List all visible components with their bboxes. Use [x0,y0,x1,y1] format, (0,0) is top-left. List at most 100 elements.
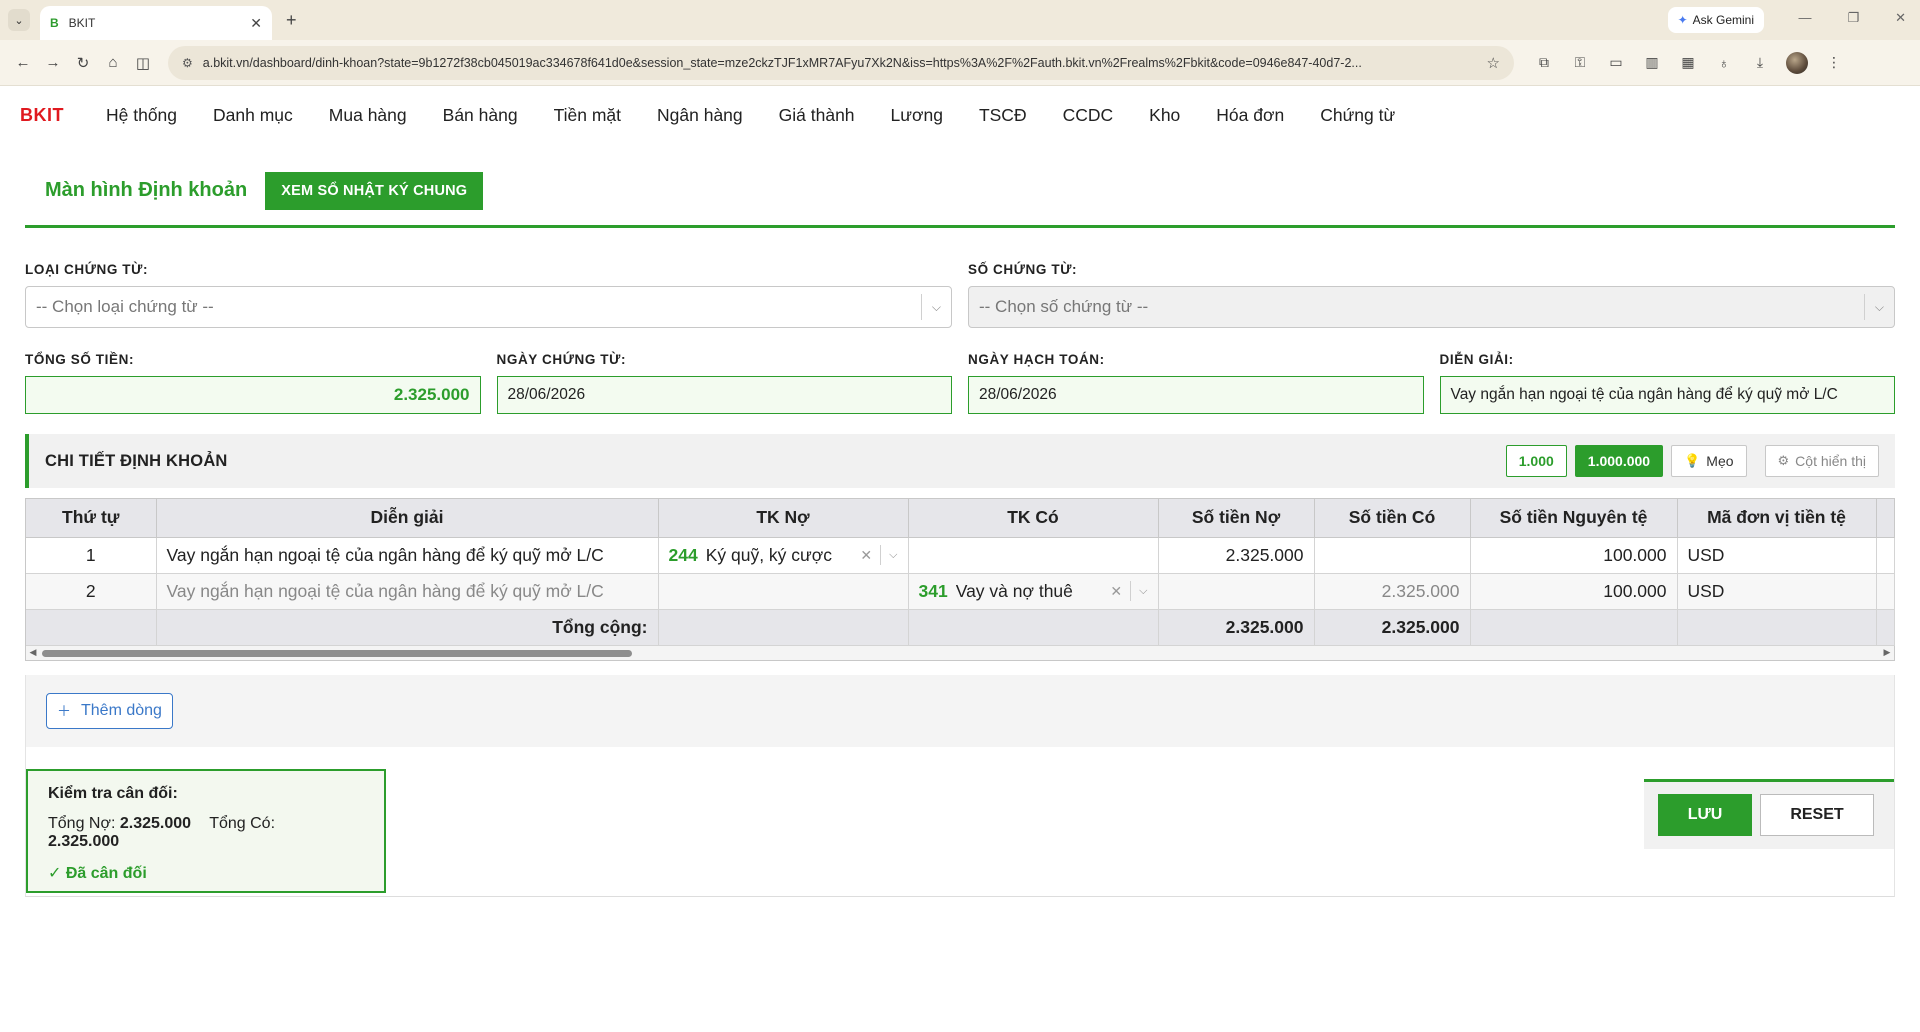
scrollbar-thumb[interactable] [42,649,632,657]
row-description-input[interactable]: Vay ngắn hạn ngoại tệ của ngân hàng để k… [156,537,659,574]
fx-amount-input[interactable]: 100.000 [1470,573,1678,610]
nav-item-ban-hang[interactable]: Bán hàng [443,105,518,126]
voucher-date-input[interactable]: 28/06/2026 [496,376,952,414]
nav-item-tien-mat[interactable]: Tiền mặt [554,105,621,126]
ask-gemini-button[interactable]: ✦ Ask Gemini [1667,7,1764,33]
reset-button[interactable]: RESET [1760,794,1874,836]
nav-item-gia-thanh[interactable]: Giá thành [779,105,855,126]
nav-item-hoa-don[interactable]: Hóa đơn [1216,105,1284,126]
row-description-input[interactable]: Vay ngắn hạn ngoại tệ của ngân hàng để k… [156,573,659,610]
col-header-debit-amount: Số tiền Nợ [1158,499,1315,538]
nav-item-kho[interactable]: Kho [1149,105,1180,126]
profile-avatar[interactable] [1786,51,1808,74]
debit-amount-input[interactable]: 2.325.000 [1158,537,1315,574]
url-text[interactable]: a.bkit.vn/dashboard/dinh-khoan?state=9b1… [203,56,1477,70]
tips-button[interactable]: 💡 Mẹo [1671,445,1747,477]
voucher-type-select[interactable]: -- Chọn loại chứng từ -- ⌵ [25,286,952,328]
home-icon[interactable]: ⌂ [98,54,128,71]
browser-tab[interactable]: B BKIT ✕ [40,6,272,40]
tab-search-icon[interactable]: ⌄ [8,9,30,31]
lightbulb-icon: 💡 [1684,453,1701,468]
unit-1000000-button[interactable]: 1.000.000 [1574,445,1664,477]
voucher-number-field: SỐ CHỨNG TỪ: -- Chọn số chứng từ -- ⌵ [968,262,1895,328]
balance-credit-value: 2.325.000 [48,832,120,850]
chevron-down-icon[interactable]: ⌵ [932,300,941,315]
balance-status: ✓ Đã cân đối [48,864,147,882]
chevron-down-icon[interactable]: ⌵ [889,549,897,562]
close-window-icon[interactable]: ✕ [1895,10,1906,26]
unit-1000-button[interactable]: 1.000 [1505,445,1567,477]
fx-amount-input[interactable]: 100.000 [1470,537,1678,574]
nav-item-luong[interactable]: Lương [891,105,943,126]
divider [920,294,922,320]
nav-item-tscd[interactable]: TSCĐ [979,105,1027,126]
debit-amount-input[interactable] [1158,573,1315,610]
total-amount-field: TỔNG SỐ TIỀN: 2.325.000 [25,352,481,414]
download-icon[interactable]: ⤓ [1742,54,1778,71]
extensions-icon[interactable]: ⧉ [1526,54,1562,71]
close-tab-icon[interactable]: ✕ [250,15,262,32]
reload-icon[interactable]: ↻ [68,54,98,72]
credit-account-select[interactable]: 341 Vay và nợ thuê ✕ ⌵ [908,573,1159,610]
scroll-right-icon[interactable]: ▶ [1880,647,1894,658]
clear-icon[interactable]: ✕ [860,547,872,564]
scroll-left-icon[interactable]: ◀ [26,647,40,658]
posting-date-input[interactable]: 28/06/2026 [968,376,1424,414]
posting-date-field: NGÀY HẠCH TOÁN: 28/06/2026 [968,352,1424,414]
debit-account-select[interactable] [658,573,909,610]
entry-table: Thứ tự Diễn giải TK Nợ TK Có Số tiền Nợ … [25,498,1895,661]
save-button[interactable]: LƯU [1658,794,1752,836]
col-header-order: Thứ tự [26,499,157,538]
balance-totals: Tổng Nợ: 2.325.000 Tổng Có: 2.325.000 [48,815,364,851]
nav-item-he-thong[interactable]: Hệ thống [106,105,177,126]
split-view-icon[interactable]: ◫ [128,54,158,72]
back-icon[interactable]: ← [8,54,38,71]
nav-item-chung-tu[interactable]: Chứng từ [1320,105,1395,126]
bookmark-star-icon[interactable]: ☆ [1487,54,1500,72]
browser-menu-icon[interactable]: ⋮ [1816,54,1852,71]
nav-item-danh-muc[interactable]: Danh mục [213,105,293,126]
debit-account-select[interactable]: 244 Ký quỹ, ký cược ✕ ⌵ [658,537,909,574]
minimize-icon[interactable]: — [1798,10,1811,26]
gemini-icon: ✦ [1677,13,1688,27]
tab-groups-icon[interactable]: ▦ [1670,54,1706,71]
nav-item-ngan-hang[interactable]: Ngân hàng [657,105,743,126]
column-visibility-button[interactable]: ⚙ Cột hiển thị [1764,445,1879,477]
total-amount-input[interactable]: 2.325.000 [25,376,481,414]
tab-title: BKIT [68,16,96,30]
horizontal-scrollbar[interactable]: ◀ ▶ [26,645,1894,660]
card-icon[interactable]: ▭ [1598,54,1634,71]
page-title: Màn hình Định khoản [45,179,248,201]
col-header-fx-amount: Số tiền Nguyên tệ [1470,499,1678,538]
nav-item-mua-hang[interactable]: Mua hàng [329,105,407,126]
nav-item-ccdc[interactable]: CCDC [1063,105,1114,126]
add-row-button[interactable]: ＋ Thêm dòng [46,692,173,729]
new-tab-icon[interactable]: + [286,10,297,31]
address-bar[interactable]: ⚙ a.bkit.vn/dashboard/dinh-khoan?state=9… [168,45,1514,80]
credit-amount-input[interactable] [1314,537,1471,574]
reading-mode-icon[interactable]: ▥ [1634,54,1670,71]
credit-amount-input[interactable]: 2.325.000 [1314,573,1471,610]
restore-icon[interactable]: ❐ [1847,10,1859,26]
chevron-down-icon[interactable]: ⌵ [1139,585,1147,598]
ask-gemini-label: Ask Gemini [1692,13,1754,27]
currency-input[interactable]: USD [1677,573,1877,610]
view-general-journal-button[interactable]: XEM SỔ NHẬT KÝ CHUNG [265,171,484,210]
credit-account-select[interactable] [908,537,1159,574]
balance-debit-value: 2.325.000 [119,814,192,832]
entry-detail-title: CHI TIẾT ĐỊNH KHOẢN [45,451,228,470]
voucher-number-select[interactable]: -- Chọn số chứng từ -- ⌵ [968,286,1895,328]
clear-icon[interactable]: ✕ [1110,583,1122,600]
description-input[interactable]: Vay ngắn hạn ngoại tệ của ngân hàng để k… [1439,376,1895,414]
balance-debit-label: Tổng Nợ: [48,814,116,832]
site-info-icon[interactable]: ⚙ [182,56,193,70]
brand-logo[interactable]: BKIT [20,105,64,126]
currency-input[interactable]: USD [1677,537,1877,574]
table-header-row: Thứ tự Diễn giải TK Nợ TK Có Số tiền Nợ … [26,499,1895,538]
password-key-icon[interactable]: ⚿ [1562,54,1598,71]
privacy-icon[interactable]: ♁ [1706,55,1742,71]
forward-icon[interactable]: → [38,54,68,71]
chevron-down-icon[interactable]: ⌵ [1875,300,1884,315]
balance-credit-label: Tổng Có: [209,814,276,832]
window-controls: — ❐ ✕ [1798,10,1906,26]
